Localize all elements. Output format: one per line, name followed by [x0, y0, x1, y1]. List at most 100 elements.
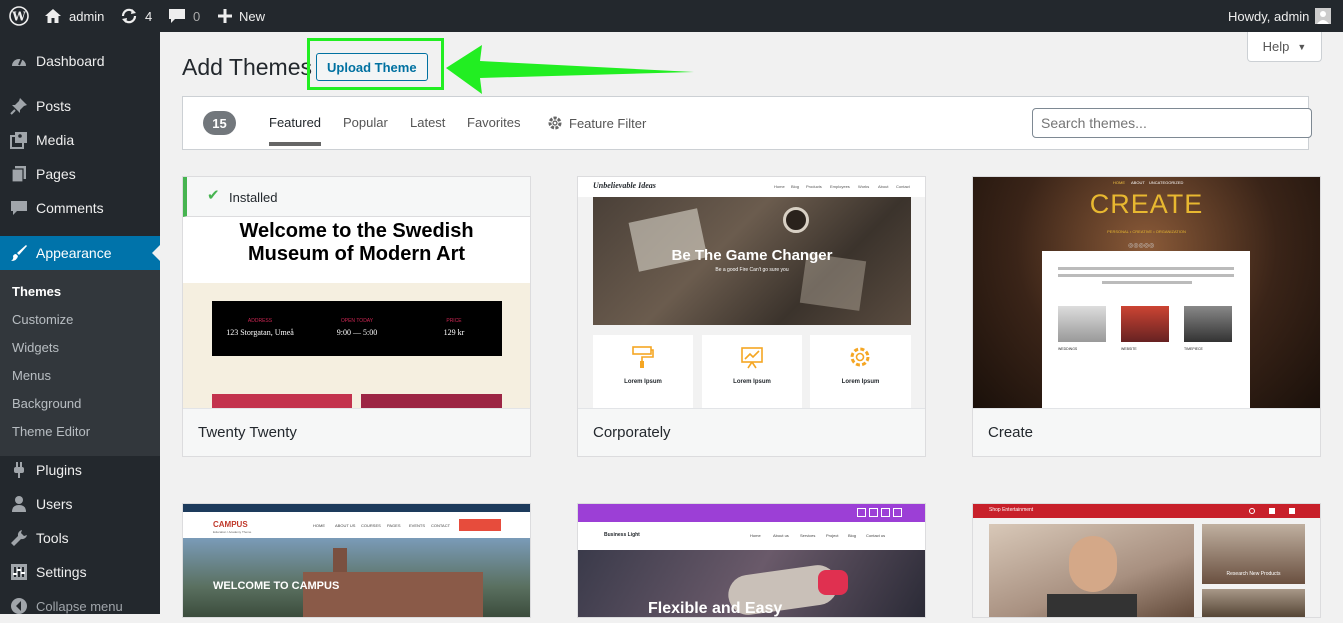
- info-value: 129 kr: [443, 328, 465, 337]
- menu-pages[interactable]: Pages: [0, 157, 160, 191]
- top-bar: [183, 504, 530, 512]
- tab-latest[interactable]: Latest: [410, 115, 445, 130]
- feature-card: Lorem Ipsum: [593, 335, 693, 408]
- feature-title: Lorem Ipsum: [841, 379, 880, 385]
- menu-posts[interactable]: Posts: [0, 89, 160, 123]
- theme-card-twenty-twenty[interactable]: ✔ Installed Welcome to the Swedish Museu…: [182, 176, 531, 457]
- pages-icon: [11, 166, 26, 183]
- nav-item: ABOUT US: [335, 523, 356, 528]
- paintbrush-icon: [11, 245, 27, 261]
- menu-appearance[interactable]: Appearance: [0, 236, 160, 270]
- headline-line2: Museum of Modern Art: [247, 243, 466, 265]
- nav-item: HOME: [1113, 180, 1125, 185]
- avatar: [1315, 8, 1332, 24]
- help-label: Help: [1262, 39, 1290, 54]
- menu-dashboard[interactable]: Dashboard: [0, 44, 160, 78]
- top-bar: Shop Entertainment: [973, 504, 1320, 518]
- theme-name: Corporately: [578, 408, 925, 456]
- paint-roller-icon: [632, 346, 654, 368]
- face-decoration: [1069, 536, 1117, 592]
- chart-board-icon: [741, 347, 763, 369]
- feature-card: Lorem Ipsum: [702, 335, 802, 408]
- tab-popular[interactable]: Popular: [343, 115, 388, 130]
- hero-image: Be The Game Changer Be a good Fire Can't…: [593, 197, 911, 325]
- nav-item: Contact us: [866, 533, 886, 538]
- item-image: [1121, 306, 1169, 342]
- text-line: [1102, 281, 1192, 284]
- new-content-link[interactable]: New: [218, 0, 265, 32]
- submenu-widgets[interactable]: Widgets: [12, 340, 59, 355]
- info-value: 9:00 — 5:00: [336, 328, 378, 337]
- annotation-highlight-box: [307, 38, 444, 90]
- menu-media[interactable]: Media: [0, 123, 160, 157]
- menu-settings[interactable]: Settings: [0, 555, 160, 589]
- hero-image: [989, 524, 1194, 617]
- nav-item: Employees: [830, 184, 850, 189]
- info-label: ADDRESS: [247, 318, 273, 324]
- comment-bubble-icon: [11, 201, 27, 215]
- hero-subtitle: Be a good Fire Can't go sure you: [715, 267, 789, 273]
- settings-sliders-icon: [11, 564, 27, 580]
- feature-filter-button[interactable]: Feature Filter: [547, 115, 646, 131]
- menu-comments[interactable]: Comments: [0, 191, 160, 225]
- menu-tools[interactable]: Tools: [0, 521, 160, 555]
- submenu-menus[interactable]: Menus: [12, 368, 51, 383]
- menu-plugins[interactable]: Plugins: [0, 453, 160, 487]
- menu-users[interactable]: Users: [0, 487, 160, 521]
- theme-card-corporately[interactable]: Unbelievable Ideas Home Blog Products Em…: [577, 176, 926, 457]
- search-icon: [1249, 508, 1255, 514]
- updates-count: 4: [145, 8, 153, 24]
- page-title: Add Themes: [182, 54, 312, 80]
- theme-card-shop-entertainment[interactable]: Shop Entertainment Research New Products: [972, 503, 1321, 618]
- caret-down-icon: ▼: [1297, 41, 1307, 52]
- menu-label: Media: [36, 132, 75, 148]
- updates-link[interactable]: 4: [120, 0, 152, 32]
- text-line: [1058, 274, 1234, 277]
- hero-title: Flexible and Easy: [648, 600, 783, 617]
- nav-item: EVENTS: [409, 523, 426, 528]
- theme-card-campus[interactable]: CAMPUS Education / Academy Theme HOME AB…: [182, 503, 531, 618]
- menu-label: Comments: [36, 200, 104, 216]
- media-icon: [10, 132, 27, 149]
- hero-title: Be The Game Changer: [671, 247, 833, 264]
- wordpress-logo-icon[interactable]: W: [9, 0, 29, 32]
- menu-label: Settings: [36, 564, 87, 580]
- search-themes-input[interactable]: [1032, 108, 1312, 138]
- theme-name: Twenty Twenty: [183, 408, 530, 456]
- nav-item: CONTACT: [431, 523, 451, 528]
- theme-card-create[interactable]: HOME ABOUT UNCATEGORIZED CREATE PERSONAL…: [972, 176, 1321, 457]
- submenu-background[interactable]: Background: [12, 396, 81, 411]
- comments-link[interactable]: 0: [168, 0, 200, 32]
- menu-label: Pages: [36, 166, 76, 182]
- help-button[interactable]: Help ▼: [1247, 32, 1322, 62]
- submenu-customize[interactable]: Customize: [12, 312, 73, 327]
- admin-sidebar: Dashboard Posts Media Pages Comments App…: [0, 32, 160, 614]
- submenu-themes[interactable]: Themes: [12, 284, 61, 299]
- hero-image: WELCOME TO CAMPUS: [183, 538, 530, 617]
- header-cta-button: [459, 519, 501, 531]
- tab-favorites[interactable]: Favorites: [467, 115, 520, 130]
- nav-item: PAGES: [387, 523, 401, 528]
- site-name-link[interactable]: admin: [44, 0, 104, 32]
- my-account-link[interactable]: Howdy, admin: [1228, 0, 1332, 32]
- headline-line1: Welcome to the Swedish: [239, 220, 474, 242]
- menu-label: Dashboard: [36, 53, 105, 69]
- submenu-theme-editor[interactable]: Theme Editor: [12, 424, 90, 439]
- gear-icon: [548, 116, 562, 130]
- collapse-arrow-icon: [11, 598, 27, 614]
- checkmark-icon: ✔: [207, 187, 220, 204]
- hero-section: Research New Products: [973, 518, 1320, 617]
- site-tagline: Education / Academy Theme: [213, 530, 252, 534]
- coffee-cup-decoration: [783, 207, 809, 233]
- theme-card-business-light[interactable]: Business Light Home About us Services Pr…: [577, 503, 926, 618]
- collapse-menu-button[interactable]: Collapse menu: [0, 589, 160, 623]
- dashboard-icon: [12, 57, 26, 66]
- site-header: Unbelievable Ideas Home Blog Products Em…: [578, 177, 925, 197]
- wrench-icon: [11, 530, 27, 546]
- nav-item: Project: [826, 533, 839, 538]
- facebook-icon: [857, 508, 866, 517]
- current-arrow: [152, 245, 160, 261]
- pushpin-icon: [10, 98, 27, 115]
- nav-item: Works: [858, 184, 870, 189]
- tab-featured[interactable]: Featured: [269, 115, 322, 146]
